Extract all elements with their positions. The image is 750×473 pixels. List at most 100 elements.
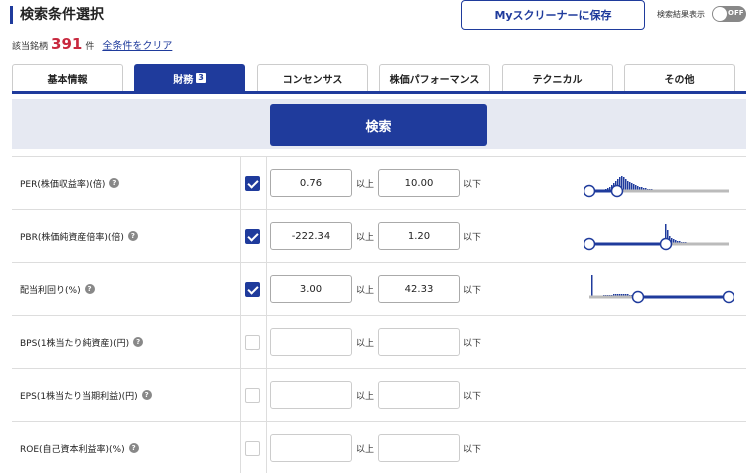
- criteria-checkbox[interactable]: [245, 282, 260, 297]
- min-unit-label: 以上: [356, 392, 375, 402]
- histogram-bar: [623, 177, 625, 191]
- toggle-knob: [713, 7, 727, 21]
- column-divider: [266, 316, 267, 368]
- criteria-row: PER(株価収益率)(倍)? 以上 以下: [12, 157, 746, 210]
- criteria-row: PBR(株価純資産倍率)(倍)? 以上 以下: [12, 210, 746, 263]
- help-icon[interactable]: ?: [141, 390, 152, 400]
- criteria-label-text: 配当利回り(%): [20, 285, 81, 296]
- criteria-checkbox[interactable]: [245, 176, 260, 191]
- criteria-label: PBR(株価純資産倍率)(倍)?: [20, 210, 138, 262]
- result-display-label: 検索結果表示: [657, 10, 705, 19]
- slider-max-handle[interactable]: [610, 184, 624, 198]
- max-unit-label: 以下: [463, 392, 482, 402]
- help-icon[interactable]: ?: [127, 231, 138, 241]
- max-input[interactable]: [378, 222, 460, 250]
- criteria-checkbox[interactable]: [245, 229, 260, 244]
- criteria-label-text: BPS(1株当たり純資産)(円): [20, 338, 130, 349]
- result-count: 391: [51, 35, 83, 53]
- tab-0[interactable]: 基本情報: [12, 64, 123, 91]
- tab-5[interactable]: その他: [624, 64, 735, 91]
- tab-3[interactable]: 株価パフォーマンス: [379, 64, 490, 91]
- help-icon[interactable]: ?: [109, 178, 120, 188]
- range-slider[interactable]: [584, 263, 734, 315]
- min-input[interactable]: [270, 275, 352, 303]
- criteria-label: 配当利回り(%)?: [20, 263, 95, 315]
- tab-label: その他: [664, 74, 695, 86]
- category-tabs: 基本情報 財務 3 コンセンサス 株価パフォーマンス テクニカル その他: [12, 64, 746, 94]
- save-screener-button[interactable]: Myスクリーナーに保存: [461, 0, 645, 30]
- tab-label: 基本情報: [47, 74, 88, 86]
- column-divider: [266, 157, 267, 209]
- help-icon[interactable]: ?: [133, 337, 144, 347]
- tab-label: コンセンサス: [282, 74, 343, 86]
- column-divider: [266, 422, 267, 473]
- tab-label: 株価パフォーマンス: [389, 74, 480, 86]
- criteria-row: 配当利回り(%)? 以上 以下: [12, 263, 746, 316]
- clear-all-link[interactable]: 全条件をクリア: [102, 41, 172, 52]
- column-divider: [266, 369, 267, 421]
- column-divider: [240, 263, 241, 315]
- max-unit-label: 以下: [463, 286, 482, 296]
- max-input[interactable]: [378, 275, 460, 303]
- slider-max-handle[interactable]: [659, 237, 673, 251]
- criteria-label: EPS(1株当たり当期利益)(円)?: [20, 369, 152, 421]
- criteria-row: ROE(自己資本利益率)(%)? 以上 以下: [12, 422, 746, 473]
- criteria-label-text: ROE(自己資本利益率)(%): [20, 444, 125, 455]
- max-unit-label: 以下: [463, 339, 482, 349]
- criteria-label: BPS(1株当たり純資産)(円)?: [20, 316, 144, 368]
- tab-4[interactable]: テクニカル: [502, 64, 613, 91]
- min-unit-label: 以上: [356, 339, 375, 349]
- min-input[interactable]: [270, 169, 352, 197]
- range-slider[interactable]: [584, 210, 734, 262]
- slider-min-handle[interactable]: [584, 184, 596, 198]
- histogram-bar: [625, 179, 627, 191]
- tab-2[interactable]: コンセンサス: [257, 64, 368, 91]
- count-unit: 件: [85, 42, 95, 52]
- min-unit-label: 以上: [356, 286, 375, 296]
- max-input[interactable]: [378, 169, 460, 197]
- result-display-toggle[interactable]: OFF: [712, 6, 746, 22]
- min-input[interactable]: [270, 328, 352, 356]
- slider-min-handle[interactable]: [631, 290, 645, 304]
- criteria-label: ROE(自己資本利益率)(%)?: [20, 422, 139, 473]
- range-slider[interactable]: [584, 157, 734, 209]
- criteria-checkbox[interactable]: [245, 388, 260, 403]
- min-unit-label: 以上: [356, 445, 375, 455]
- max-unit-label: 以下: [463, 445, 482, 455]
- slider-max-handle[interactable]: [722, 290, 735, 304]
- help-icon[interactable]: ?: [128, 443, 139, 453]
- column-divider: [240, 422, 241, 473]
- max-input[interactable]: [378, 381, 460, 409]
- criteria-label: PER(株価収益率)(倍)?: [20, 157, 120, 209]
- min-input[interactable]: [270, 381, 352, 409]
- toggle-state-label: OFF: [728, 9, 744, 17]
- column-divider: [240, 316, 241, 368]
- max-unit-label: 以下: [463, 233, 482, 243]
- min-input[interactable]: [270, 222, 352, 250]
- tab-count-badge: 3: [196, 73, 206, 83]
- slider-min-handle[interactable]: [584, 237, 596, 251]
- min-unit-label: 以上: [356, 233, 375, 243]
- page-title: 検索条件選択: [10, 6, 104, 24]
- criteria-label-text: PBR(株価純資産倍率)(倍): [20, 232, 124, 243]
- column-divider: [240, 157, 241, 209]
- search-button[interactable]: 検索: [270, 104, 487, 146]
- result-count-line: 該当銘柄 391 件全条件をクリア: [12, 35, 172, 53]
- max-input[interactable]: [378, 434, 460, 462]
- column-divider: [266, 263, 267, 315]
- criteria-row: EPS(1株当たり当期利益)(円)? 以上 以下: [12, 369, 746, 422]
- histogram-bar: [591, 275, 593, 297]
- search-band: 検索: [12, 99, 746, 149]
- min-input[interactable]: [270, 434, 352, 462]
- tab-1[interactable]: 財務 3: [134, 64, 245, 91]
- criteria-label-text: EPS(1株当たり当期利益)(円): [20, 391, 138, 402]
- criteria-checkbox[interactable]: [245, 441, 260, 456]
- criteria-row: BPS(1株当たり純資産)(円)? 以上 以下: [12, 316, 746, 369]
- max-input[interactable]: [378, 328, 460, 356]
- column-divider: [266, 210, 267, 262]
- column-divider: [240, 369, 241, 421]
- criteria-table: PER(株価収益率)(倍)?以上以下PBR(株価純資産倍率)(倍)?以上以下配当…: [12, 156, 746, 473]
- criteria-checkbox[interactable]: [245, 335, 260, 350]
- tab-label: 財務: [173, 74, 194, 86]
- help-icon[interactable]: ?: [84, 284, 95, 294]
